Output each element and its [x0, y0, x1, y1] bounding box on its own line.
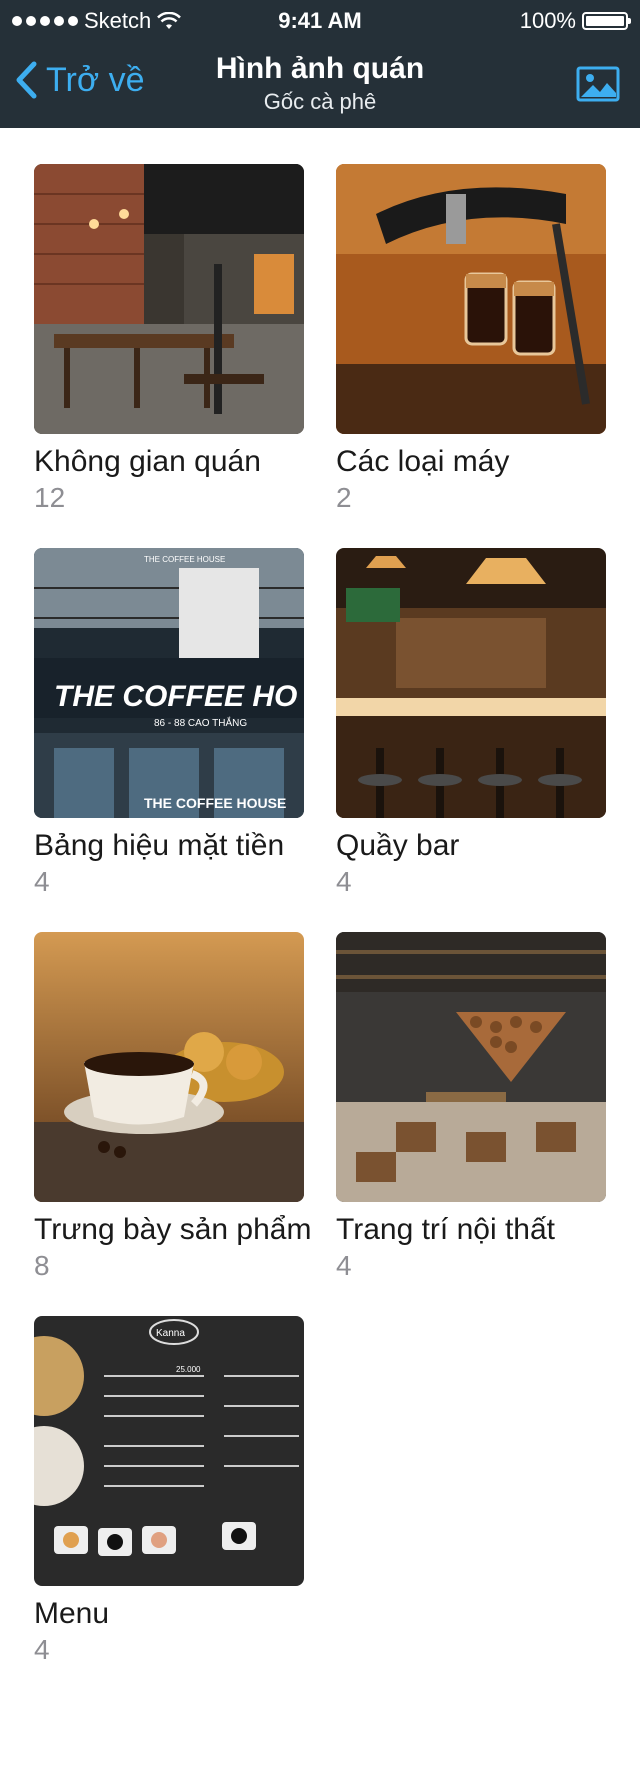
status-right: 100%: [519, 8, 631, 34]
album-thumbnail[interactable]: [336, 164, 606, 434]
album-thumbnail[interactable]: [336, 548, 606, 818]
album-title: Các loại máy: [336, 445, 510, 478]
album-item[interactable]: THE COFFEE HO 86 - 88 CAO THẮNG THE COFF…: [34, 548, 304, 900]
menu-price-text: 25.000: [176, 1365, 201, 1374]
image-icon: [576, 66, 620, 102]
album-count: 4: [336, 1250, 352, 1281]
back-button[interactable]: Trở về: [14, 60, 144, 100]
menu-logo-text: Kanna: [156, 1328, 185, 1339]
battery-percent: 100%: [519, 8, 576, 33]
album-thumbnail[interactable]: [336, 932, 606, 1202]
album-thumbnail[interactable]: Kanna 25.000: [34, 1316, 304, 1586]
storefront-lower-text: THE COFFEE HOUSE: [144, 795, 286, 811]
album-title: Không gian quán: [34, 445, 261, 478]
page-title: Hình ảnh quán: [215, 52, 425, 85]
album-item[interactable]: Kanna 25.000 Menu 4: [34, 1316, 304, 1668]
album-item[interactable]: Trang trí nội thất 4: [336, 932, 606, 1284]
album-thumbnail[interactable]: THE COFFEE HO 86 - 88 CAO THẮNG THE COFF…: [34, 548, 304, 818]
album-title: Bảng hiệu mặt tiền: [34, 829, 285, 862]
nav-title-group: Hình ảnh quán Gốc cà phê: [160, 50, 480, 116]
interior-decor-photo: [336, 932, 606, 1202]
chalkboard-menu-photo: Kanna 25.000: [34, 1316, 304, 1586]
album-count: 8: [34, 1250, 50, 1281]
album-thumbnail[interactable]: [34, 932, 304, 1202]
image-button[interactable]: [576, 66, 620, 107]
album-count: 4: [34, 1634, 50, 1665]
storefront-photo: THE COFFEE HO 86 - 88 CAO THẮNG THE COFF…: [34, 548, 304, 818]
storefront-address-text: 86 - 88 CAO THẮNG: [154, 716, 247, 729]
album-title: Trưng bày sản phẩm: [34, 1213, 312, 1246]
page-subtitle: Gốc cà phê: [263, 89, 377, 114]
album-item[interactable]: Quầy bar 4: [336, 548, 606, 900]
battery-icon: [582, 12, 631, 30]
storefront-banner-text: THE COFFEE HOUSE: [144, 555, 225, 564]
album-count: 12: [34, 482, 66, 513]
album-count: 4: [336, 866, 352, 897]
bar-counter-photo: [336, 548, 606, 818]
coffee-cup-photo: [34, 932, 304, 1202]
album-title: Quầy bar: [336, 829, 460, 862]
nav-bar: Trở về Hình ảnh quán Gốc cà phê: [0, 40, 640, 128]
album-item[interactable]: Không gian quán 12: [34, 164, 304, 516]
album-item[interactable]: Các loại máy 2: [336, 164, 606, 516]
album-thumbnail[interactable]: [34, 164, 304, 434]
espresso-machine-photo: [336, 164, 606, 434]
album-count: 2: [336, 482, 352, 513]
storefront-sign-text: THE COFFEE HO: [54, 680, 297, 713]
status-bar: Sketch 9:41 AM 100%: [0, 0, 640, 40]
album-title: Menu: [34, 1597, 110, 1630]
back-label: Trở về: [46, 60, 145, 99]
album-item[interactable]: Trưng bày sản phẩm 8: [34, 932, 312, 1284]
chevron-left-icon: [16, 61, 37, 99]
album-title: Trang trí nội thất: [336, 1213, 555, 1246]
cafe-interior-photo: [34, 164, 304, 434]
album-count: 4: [34, 866, 50, 897]
